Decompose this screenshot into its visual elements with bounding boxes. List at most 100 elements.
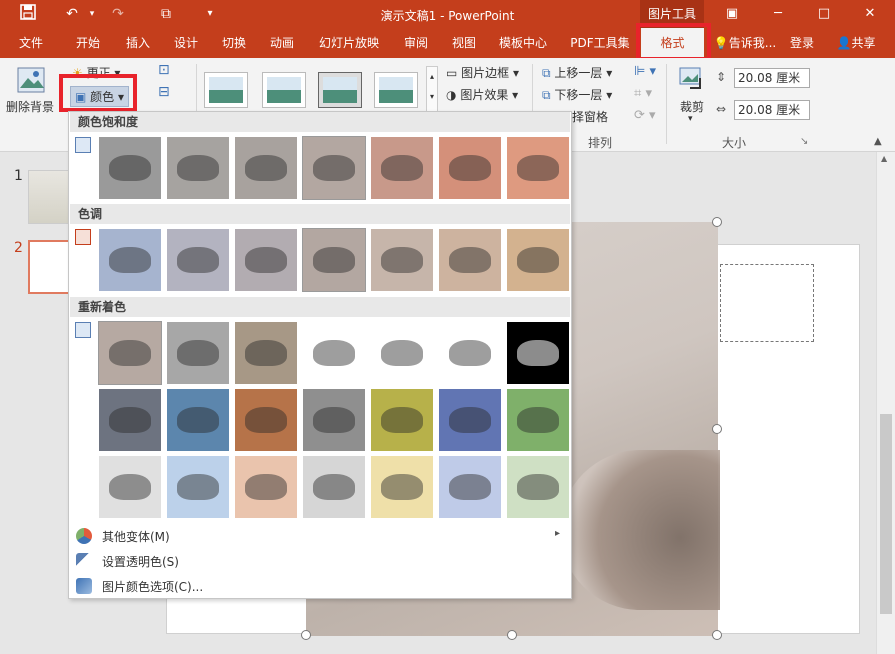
recolor-swatch[interactable] <box>371 322 433 384</box>
corrections-button[interactable]: ☀ 更正 ▾ <box>72 64 120 81</box>
tone-swatch[interactable] <box>167 229 229 291</box>
tab-template-center[interactable]: 模板中心 <box>492 28 554 58</box>
resize-handle[interactable] <box>507 630 517 640</box>
close-button[interactable]: ✕ <box>848 0 892 28</box>
crop-dropdown-icon[interactable]: ▾ <box>688 114 693 124</box>
recolor-swatch[interactable] <box>235 322 297 384</box>
size-dialog-launcher-icon[interactable]: ↘ <box>800 136 808 147</box>
dog-silhouette <box>313 407 355 433</box>
size-group-title: 大小 <box>722 136 747 150</box>
saturation-swatch[interactable] <box>302 136 366 200</box>
remove-background-icon[interactable] <box>16 64 48 96</box>
send-backward-button[interactable]: ⧉ 下移一层 ▾ <box>542 86 612 103</box>
recolor-swatch[interactable] <box>98 321 162 385</box>
vertical-scrollbar[interactable]: ▲ <box>876 152 895 654</box>
recolor-swatch[interactable] <box>235 389 297 451</box>
crop-label[interactable]: 裁剪 <box>680 98 704 115</box>
tab-design[interactable]: 设计 <box>164 28 208 58</box>
tab-view[interactable]: 视图 <box>442 28 486 58</box>
picture-style-3[interactable] <box>318 72 362 108</box>
height-input[interactable]: 20.08 厘米 <box>734 68 810 88</box>
selection-pane-button[interactable]: 择窗格 <box>572 108 608 125</box>
picture-color-options-item[interactable]: 图片颜色选项(C)... <box>70 574 570 598</box>
bring-forward-button[interactable]: ⧉ 上移一层 ▾ <box>542 64 612 81</box>
recolor-swatch[interactable] <box>167 322 229 384</box>
recolor-swatch[interactable] <box>507 389 569 451</box>
dog-silhouette <box>381 247 423 273</box>
tone-swatch[interactable] <box>371 229 433 291</box>
group-icon[interactable]: ⌗ ▾ <box>634 86 652 101</box>
resize-handle[interactable] <box>712 630 722 640</box>
recolor-swatch[interactable] <box>507 456 569 518</box>
saturation-swatch[interactable] <box>167 137 229 199</box>
tone-section-title: 色调 <box>70 204 570 224</box>
recolor-swatch[interactable] <box>99 456 161 518</box>
resize-handle[interactable] <box>712 424 722 434</box>
recolor-swatch[interactable] <box>303 389 365 451</box>
picture-style-2[interactable] <box>262 72 306 108</box>
recolor-swatch[interactable] <box>303 322 365 384</box>
recolor-swatch[interactable] <box>167 456 229 518</box>
recolor-swatch[interactable] <box>439 389 501 451</box>
scroll-thumb[interactable] <box>880 414 892 614</box>
dog-silhouette <box>381 155 423 181</box>
restore-button[interactable]: □ <box>802 0 846 28</box>
align-icon[interactable]: ⊫ ▾ <box>634 64 656 79</box>
tab-home[interactable]: 开始 <box>66 28 110 58</box>
set-transparent-color-item[interactable]: 设置透明色(S) <box>70 549 570 573</box>
change-picture-icon[interactable]: ⊟ <box>158 84 170 100</box>
recolor-swatch[interactable] <box>303 456 365 518</box>
remove-background-label[interactable]: 删除背景 <box>6 98 54 115</box>
tab-pdf-tools[interactable]: PDF工具集 <box>564 28 636 58</box>
dog-silhouette <box>245 340 287 366</box>
tab-format[interactable]: 格式 <box>640 28 704 58</box>
compress-pictures-icon[interactable]: ⊡ <box>158 62 170 78</box>
share-button[interactable]: 👤共享 <box>826 28 886 58</box>
tab-slideshow[interactable]: 幻灯片放映 <box>312 28 386 58</box>
saturation-swatch[interactable] <box>235 137 297 199</box>
saturation-swatch[interactable] <box>371 137 433 199</box>
resize-handle[interactable] <box>712 217 722 227</box>
tab-animations[interactable]: 动画 <box>260 28 304 58</box>
login-link[interactable]: 登录 <box>784 28 820 58</box>
recolor-swatch[interactable] <box>235 456 297 518</box>
resize-handle[interactable] <box>301 630 311 640</box>
recolor-swatch[interactable] <box>507 322 569 384</box>
tone-swatch[interactable] <box>507 229 569 291</box>
width-input[interactable]: 20.08 厘米 <box>734 100 810 120</box>
tab-transitions[interactable]: 切换 <box>212 28 256 58</box>
tone-swatch[interactable] <box>302 228 366 292</box>
tone-swatch[interactable] <box>439 229 501 291</box>
recolor-swatch[interactable] <box>439 322 501 384</box>
dog-silhouette <box>381 407 423 433</box>
picture-style-4[interactable] <box>374 72 418 108</box>
saturation-swatch[interactable] <box>99 137 161 199</box>
tab-review[interactable]: 审阅 <box>394 28 438 58</box>
recolor-swatch[interactable] <box>371 456 433 518</box>
recolor-swatch[interactable] <box>99 389 161 451</box>
recolor-swatch[interactable] <box>439 456 501 518</box>
ribbon-display-options-icon[interactable]: ▣ <box>710 0 754 28</box>
minimize-button[interactable]: ─ <box>756 0 800 28</box>
recolor-swatch[interactable] <box>167 389 229 451</box>
tell-me-input[interactable]: 告诉我... <box>729 36 776 50</box>
tone-swatch[interactable] <box>99 229 161 291</box>
picture-border-button[interactable]: ▭ 图片边框 ▾ <box>446 64 519 81</box>
tab-file[interactable]: 文件 <box>8 28 54 58</box>
recolor-swatch[interactable] <box>371 389 433 451</box>
tone-swatch[interactable] <box>235 229 297 291</box>
tab-insert[interactable]: 插入 <box>116 28 160 58</box>
collapse-ribbon-icon[interactable]: ▲ <box>874 136 882 147</box>
dog-silhouette <box>381 340 423 366</box>
title-placeholder[interactable] <box>720 264 814 342</box>
more-variations-item[interactable]: 其他变体(M) ▸ <box>70 524 570 548</box>
picture-style-1[interactable] <box>204 72 248 108</box>
crop-icon[interactable] <box>678 66 706 92</box>
saturation-swatch[interactable] <box>507 137 569 199</box>
saturation-icon <box>75 137 91 153</box>
picture-effects-button[interactable]: ◑ 图片效果 ▾ <box>446 86 518 103</box>
scroll-up-icon[interactable]: ▲ <box>881 154 887 163</box>
rotate-icon[interactable]: ⟳ ▾ <box>634 108 656 123</box>
color-button[interactable]: ▣ 颜色 ▾ <box>70 86 130 107</box>
saturation-swatch[interactable] <box>439 137 501 199</box>
